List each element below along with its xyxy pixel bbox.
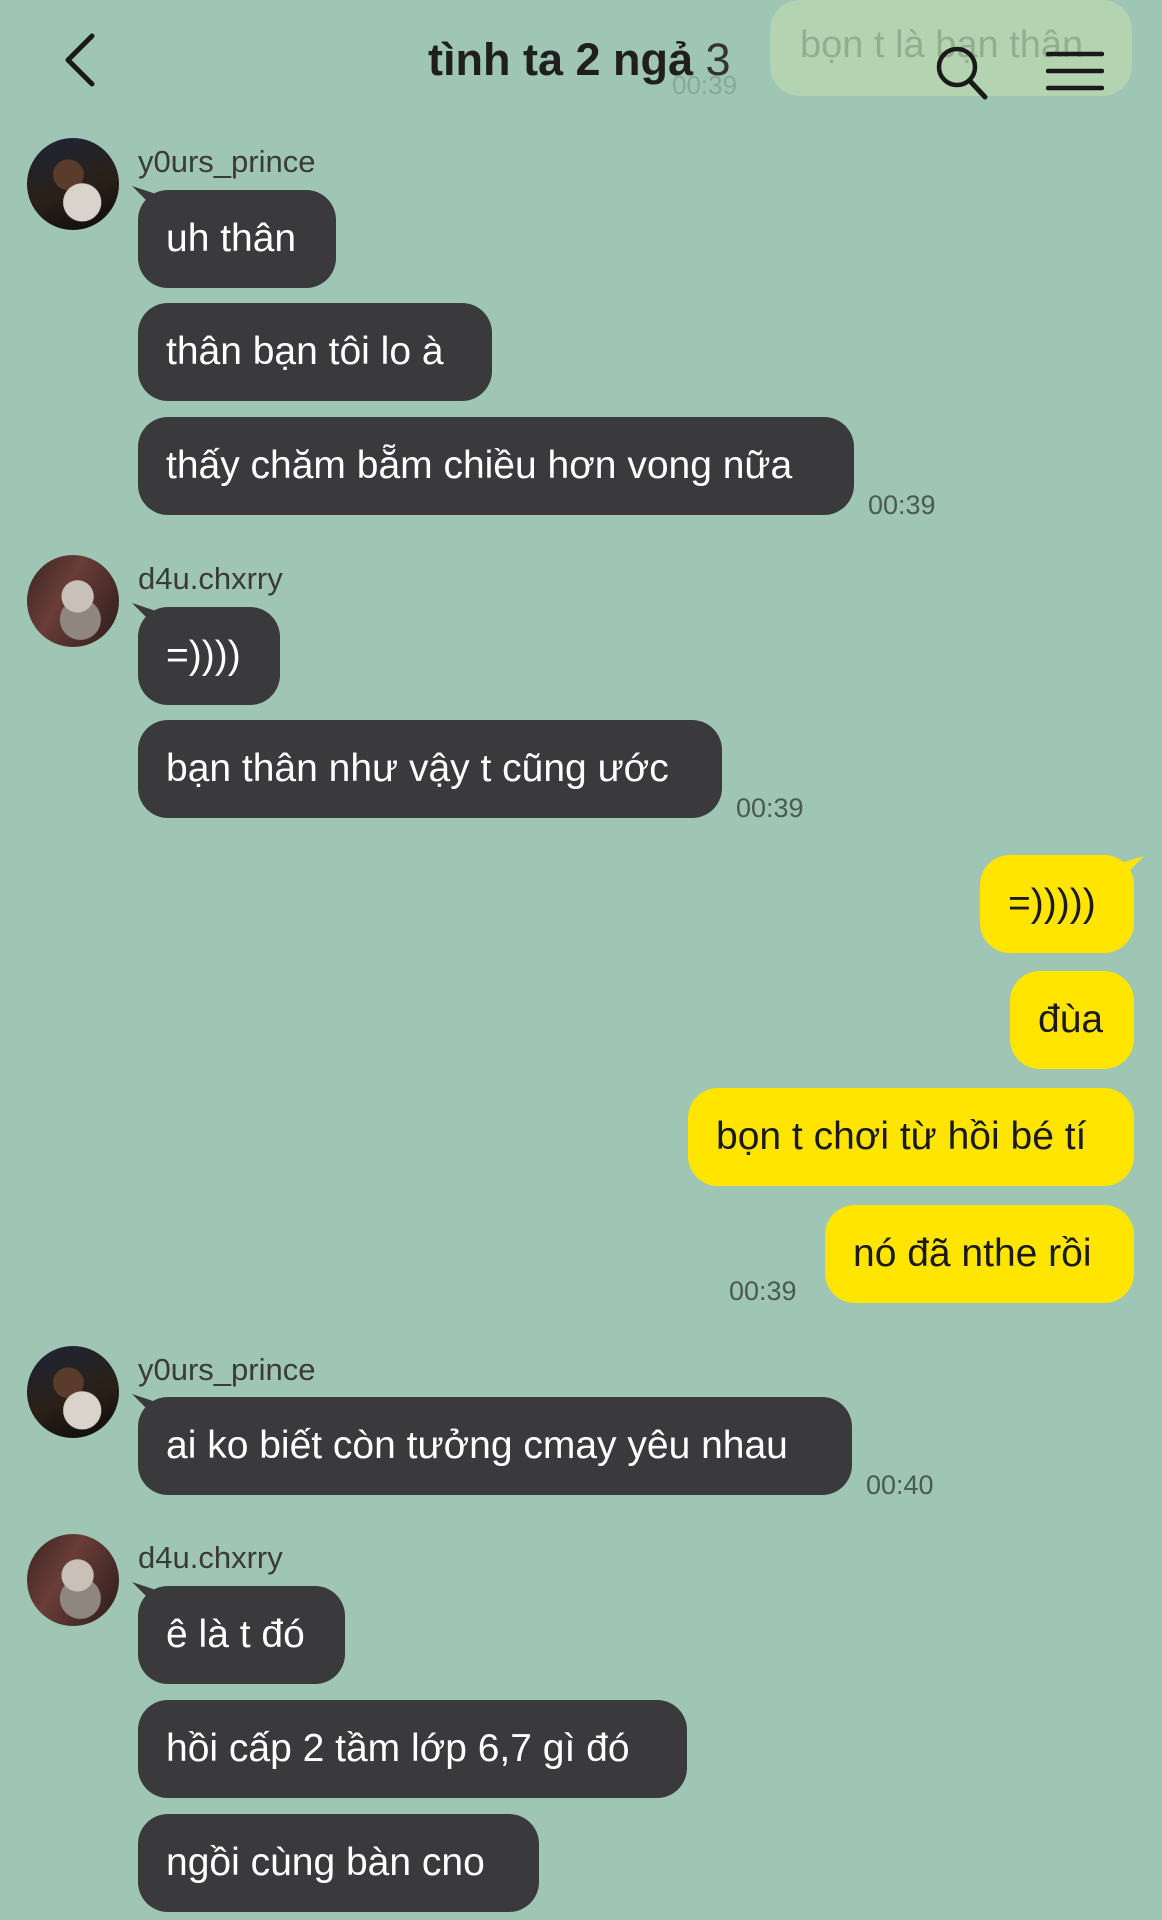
avatar-y0urs-prince[interactable] (27, 138, 119, 230)
message-bubble[interactable]: thấy chăm bẵm chiều hơn vong nữa (138, 417, 854, 515)
my-message-bubble[interactable]: =))))) (980, 855, 1134, 953)
search-icon (936, 46, 988, 100)
chat-title-text: tình ta 2 ngả (428, 34, 694, 85)
avatar-d4u-chxrry[interactable] (27, 1534, 119, 1626)
message-time: 00:40 (866, 1470, 934, 1500)
member-count: 3 (705, 34, 731, 85)
message-bubble[interactable]: ai ko biết còn tưởng cmay yêu nhau (138, 1397, 852, 1495)
message-bubble[interactable]: ngồi cùng bàn cno (138, 1814, 539, 1912)
chat-header: bọn t là bạn thân 00:39 tình ta 2 ngả 3 (0, 0, 1162, 125)
message-bubble[interactable]: uh thân (138, 190, 336, 288)
sender-name: d4u.chxrry (138, 561, 283, 596)
avatar-y0urs-prince[interactable] (27, 1346, 119, 1438)
message-bubble[interactable]: =)))) (138, 607, 280, 705)
sender-name: y0urs_prince (138, 144, 316, 179)
message-bubble[interactable]: ê là t đó (138, 1586, 345, 1684)
menu-button[interactable] (1045, 50, 1105, 92)
chevron-left-icon (65, 33, 95, 87)
sender-name: d4u.chxrry (138, 1540, 283, 1575)
my-message-bubble[interactable]: đùa (1010, 971, 1134, 1069)
message-bubble[interactable]: thân bạn tôi lo à (138, 303, 492, 401)
search-button[interactable] (934, 42, 990, 102)
avatar-d4u-chxrry[interactable] (27, 555, 119, 647)
message-time: 00:39 (868, 490, 936, 520)
message-time: 00:39 (736, 793, 804, 823)
my-message-bubble[interactable]: nó đã nthe rồi (825, 1205, 1134, 1303)
message-time: 00:39 (729, 1276, 797, 1306)
message-bubble[interactable]: bạn thân như vậy t cũng ước (138, 720, 722, 818)
sender-name: y0urs_prince (138, 1352, 316, 1387)
message-bubble[interactable]: hồi cấp 2 tầm lớp 6,7 gì đó (138, 1700, 687, 1798)
my-message-bubble[interactable]: bọn t chơi từ hồi bé tí (688, 1088, 1134, 1186)
back-button[interactable] (56, 26, 116, 96)
hamburger-menu-icon (1045, 51, 1105, 91)
chat-title: tình ta 2 ngả 3 (428, 34, 731, 86)
